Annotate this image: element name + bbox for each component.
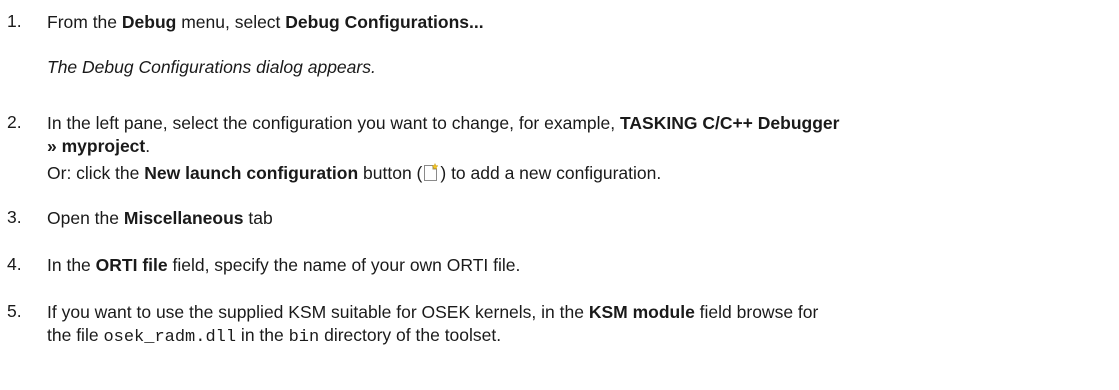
step-3-instruction: Open the Miscellaneous tab (47, 207, 273, 229)
instruction-document: 1. From the Debug menu, select Debug Con… (0, 0, 1119, 390)
step-text: tab (243, 208, 273, 228)
menu-name: Debug (121, 12, 177, 32)
step-text: ) to add a new configuration. (440, 163, 662, 183)
step-text: directory of the toolset. (319, 325, 502, 345)
step-5-instruction-line-2: the file osek_radm.dll in the bin direct… (47, 324, 501, 349)
button-name: New launch configuration (144, 163, 359, 183)
step-text: . (145, 136, 151, 156)
step-4-instruction: In the ORTI file field, specify the name… (47, 254, 520, 276)
step-text: In the (47, 255, 96, 275)
step-1-result: The Debug Configurations dialog appears. (47, 57, 376, 77)
step-number: 5. (7, 301, 22, 321)
field-name: ORTI file (95, 255, 168, 275)
step-text: field browse for (694, 302, 819, 322)
new-launch-configuration-icon (423, 163, 440, 182)
step-text: From the (47, 12, 122, 32)
step-5-instruction-line-1: If you want to use the supplied KSM suit… (47, 301, 818, 323)
step-text: If you want to use the supplied KSM suit… (47, 302, 589, 322)
field-name: KSM module (588, 302, 695, 322)
project-name: » myproject (47, 136, 146, 156)
step-text: field, specify the name of your own ORTI… (167, 255, 521, 275)
directory-name-code: bin (288, 328, 320, 347)
file-name-code: osek_radm.dll (103, 328, 237, 347)
step-text: menu, select (176, 12, 286, 32)
step-1-instruction: From the Debug menu, select Debug Config… (47, 11, 484, 33)
step-text: button ( (358, 163, 423, 183)
step-text: the file (47, 325, 104, 345)
step-number: 1. (7, 11, 22, 31)
step-number: 3. (7, 207, 22, 227)
step-text: in the (236, 325, 289, 345)
step-2-alternative: Or: click the New launch configuration b… (47, 162, 661, 184)
step-text: In the left pane, select the configurati… (47, 113, 620, 133)
menu-item-name: Debug Configurations... (285, 12, 484, 32)
tab-name: Miscellaneous (123, 208, 244, 228)
step-2-instruction-line-2: » myproject. (47, 135, 150, 157)
configuration-name: TASKING C/C++ Debugger (620, 113, 840, 133)
step-2-instruction-line-1: In the left pane, select the configurati… (47, 112, 839, 134)
step-number: 4. (7, 254, 22, 274)
step-number: 2. (7, 112, 22, 132)
step-text: Or: click the (47, 163, 145, 183)
step-text: Open the (47, 208, 124, 228)
